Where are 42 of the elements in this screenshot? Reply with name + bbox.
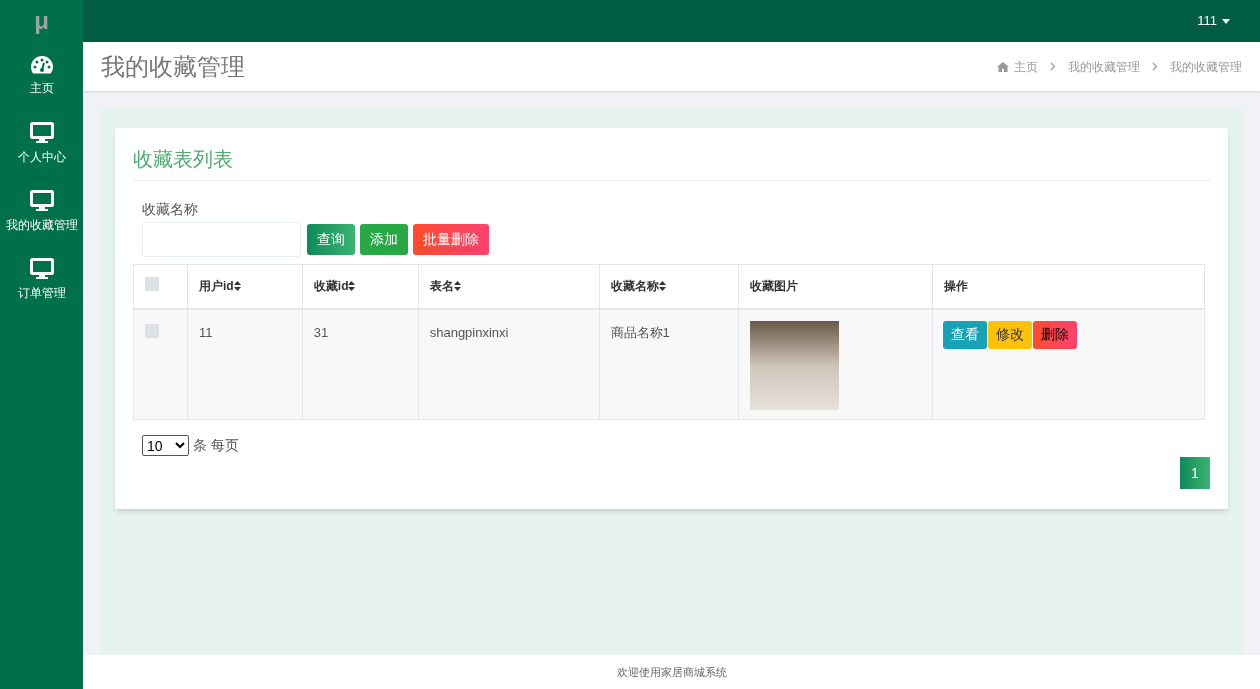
delete-button[interactable]: 删除 xyxy=(1033,320,1078,349)
checkbox[interactable] xyxy=(145,323,159,338)
gauge-icon xyxy=(29,54,54,75)
sidebar-item[interactable]: 我的收藏管理 xyxy=(0,178,83,246)
logo: μ xyxy=(33,6,50,36)
checkbox[interactable] xyxy=(145,277,159,291)
sidebar-item[interactable]: 个人中心 xyxy=(0,110,83,178)
table-cell: shangpinxinxi xyxy=(429,324,509,340)
page-title: 我的收藏管理 xyxy=(101,51,245,82)
sidebar-item[interactable]: 订单管理 xyxy=(0,246,83,314)
column-header[interactable]: 用户id xyxy=(198,277,241,296)
page-button[interactable]: 1 xyxy=(1180,457,1210,489)
page-size-label: 条 每页 xyxy=(193,436,239,455)
table-cell: 商品名称1 xyxy=(610,324,670,340)
table-cell: 31 xyxy=(313,324,329,340)
add-button[interactable]: 添加 xyxy=(360,224,408,255)
column-header[interactable]: 操作 xyxy=(944,277,969,296)
footer-text: 欢迎使用家居商城系统 xyxy=(616,664,727,680)
chevron-icon xyxy=(1152,62,1158,71)
query-button[interactable]: 查询 xyxy=(307,224,355,255)
home-icon xyxy=(997,61,1009,72)
table-cell: 11 xyxy=(198,324,213,340)
delete-button[interactable]: 批量删除 xyxy=(413,224,489,255)
search-field[interactable] xyxy=(142,222,301,257)
column-header[interactable]: 表名 xyxy=(429,277,461,296)
caret-icon xyxy=(1222,18,1230,24)
sort-icon xyxy=(658,281,666,292)
edit-button[interactable]: 修改 xyxy=(988,320,1033,349)
monitor-icon xyxy=(29,189,54,212)
sort-icon xyxy=(453,281,461,292)
column-header[interactable]: 收藏图片 xyxy=(750,277,799,296)
user-menu[interactable]: 111 xyxy=(1197,11,1230,31)
column-header[interactable]: 收藏名称 xyxy=(610,277,666,296)
sort-icon xyxy=(348,281,356,292)
page-size-select[interactable]: 10 xyxy=(142,435,189,456)
monitor-icon xyxy=(29,257,54,280)
sort-icon xyxy=(233,281,241,292)
search-label: 收藏名称 xyxy=(142,201,198,217)
monitor-icon xyxy=(29,121,54,144)
card-title: 收藏表列表 xyxy=(133,148,233,170)
column-header[interactable]: 收藏id xyxy=(313,277,356,296)
chevron-icon xyxy=(1050,62,1056,71)
